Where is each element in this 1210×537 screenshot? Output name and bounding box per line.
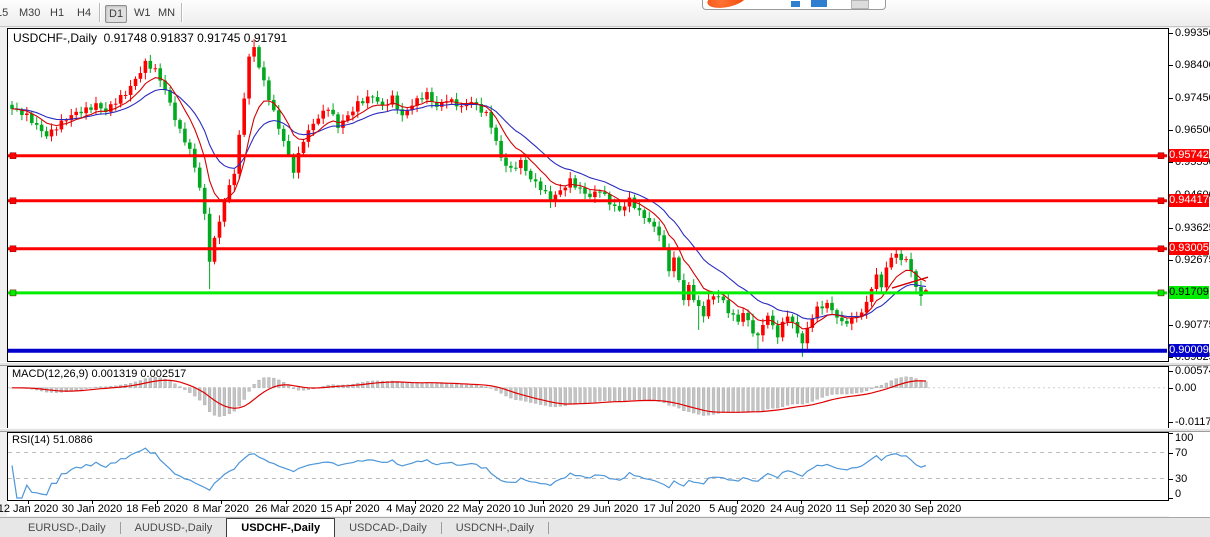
date-label: 12 Jan 2020 [0,503,58,515]
price-tick-label: 0.96500 [1175,124,1210,136]
toolbar-separator [181,3,183,22]
date-label: 17 Jul 2020 [644,503,701,515]
panel-splitter[interactable] [0,362,1210,366]
price-badge: 0.93005 [1169,242,1209,255]
axis-tick [1169,162,1173,163]
timeframe-toolbar: 15 M30 H1 H4 D1 W1 MN [0,0,1210,27]
date-label: 18 Feb 2020 [126,503,188,515]
tab-audusd[interactable]: AUDUSD-,Daily [121,518,227,537]
date-label: 26 Mar 2020 [255,503,317,515]
date-label: 15 Apr 2020 [320,503,379,515]
chart-title: USDCHF-,Daily 0.91748 0.91837 0.91745 0.… [13,31,287,45]
rsi-line [12,448,926,498]
timeframe-button-m15[interactable]: 15 [0,5,11,21]
line-handle[interactable] [1158,153,1164,159]
date-label: 24 Aug 2020 [770,503,832,515]
tab-usdcnh[interactable]: USDCNH-,Daily [442,518,548,537]
timeframe-button-w1[interactable]: W1 [131,5,154,21]
mt4-terminal: 15 M30 H1 H4 D1 W1 MN USDCHF-,Daily 0.91… [0,0,1210,537]
overlay-logo-icon [706,0,748,10]
date-label: 4 May 2020 [386,503,443,515]
timeframe-button-d1[interactable]: D1 [105,5,127,23]
macd-tick-label: -0.011738 [1175,416,1210,428]
macd-tick-label: 0.00 [1175,382,1196,394]
rsi-tick-label: 100 [1175,432,1193,444]
price-badge: 0.91709 [1169,286,1209,299]
date-label: 22 May 2020 [447,503,511,515]
line-handle[interactable] [1158,290,1164,296]
date-label: 30 Sep 2020 [899,503,961,515]
candlestick-chart[interactable] [8,29,1167,360]
line-handle[interactable] [10,246,16,252]
slow-ma [12,90,926,319]
axis-tick [1169,65,1173,66]
price-badge: 0.94417 [1169,194,1209,207]
candlestick-layer [10,39,927,357]
price-tick-label: 0.90775 [1175,319,1210,331]
fast-ma [12,78,926,329]
date-label: 10 Jun 2020 [513,503,574,515]
timeframe-button-h1[interactable]: H1 [47,5,67,21]
date-label: 8 Mar 2020 [193,503,249,515]
rsi-chart[interactable] [8,433,1167,499]
axis-tick [1169,98,1173,99]
rsi-tick-label: 30 [1175,473,1187,485]
overlay-glyph-icon[interactable] [811,0,827,7]
axis-tick [1169,325,1173,326]
line-handle[interactable] [10,153,16,159]
line-handle[interactable] [1158,198,1164,204]
price-tick-label: 0.97450 [1175,92,1210,104]
axis-tick [1169,479,1173,480]
price-tick-label: 0.99350 [1175,27,1210,39]
macd-tick-label: 0.005744 [1175,365,1210,377]
macd-values: 0.001319 0.002517 [91,368,186,380]
axis-tick [1169,130,1173,131]
rsi-value: 51.0886 [53,434,93,446]
axis-tick [1169,260,1173,261]
axis-tick [1169,33,1173,34]
tab-divider [548,522,549,534]
price-badge: 0.90009 [1169,344,1209,357]
axis-tick [1169,371,1173,372]
panel-splitter[interactable] [0,428,1210,432]
tab-usdcad[interactable]: USDCAD-,Daily [335,518,441,537]
axis-tick [1169,422,1173,423]
timeframe-button-mn[interactable]: MN [155,5,178,21]
date-label: 5 Aug 2020 [709,503,765,515]
overlay-glyph-icon[interactable] [791,1,800,7]
symbol-tab-bar: EURUSD-,Daily AUDUSD-,Daily USDCHF-,Dail… [0,517,1210,537]
axis-tick [1169,498,1173,499]
line-handle[interactable] [10,290,16,296]
macd-label: MACD(12,26,9) 0.001319 0.002517 [12,368,186,380]
price-badge: 0.95742 [1169,149,1209,162]
rsi-tick-label: 0 [1175,488,1181,500]
axis-tick [1169,388,1173,389]
rsi-label: RSI(14) 51.0886 [12,434,93,446]
overlay-button[interactable] [851,0,869,9]
chart-symbol: USDCHF-,Daily [13,31,97,45]
axis-tick [1169,453,1173,454]
rsi-name: RSI(14) [12,434,50,446]
tab-usdchf[interactable]: USDCHF-,Daily [226,518,335,537]
toolbar-separator [99,3,101,22]
date-label: 29 Jun 2020 [578,503,639,515]
line-handle[interactable] [10,198,16,204]
tab-eurusd[interactable]: EURUSD-,Daily [14,518,120,537]
rsi-tick-label: 70 [1175,447,1187,459]
axis-tick [1169,433,1173,434]
date-label: 11 Sep 2020 [835,503,897,515]
line-handle[interactable] [1158,246,1164,252]
floating-overlay-window[interactable] [702,0,886,10]
macd-name: MACD(12,26,9) [12,368,88,380]
chart-ohlc-values: 0.91748 0.91837 0.91745 0.91791 [104,31,288,45]
price-tick-label: 0.98400 [1175,59,1210,71]
axis-tick [1169,357,1173,358]
price-tick-label: 0.93625 [1175,222,1210,234]
axis-tick [1169,228,1173,229]
timeframe-button-m30[interactable]: M30 [16,5,43,21]
date-label: 30 Jan 2020 [62,503,123,515]
price-tick-label: 0.92675 [1175,254,1210,266]
timeframe-button-h4[interactable]: H4 [74,5,94,21]
